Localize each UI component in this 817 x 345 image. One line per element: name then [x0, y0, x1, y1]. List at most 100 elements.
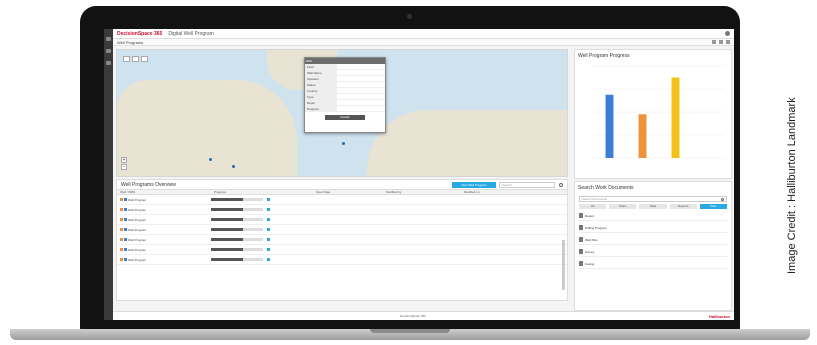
chart-bar[interactable] [638, 114, 647, 158]
popup-row: Progress [305, 106, 385, 112]
popup-details-button[interactable]: Details [325, 115, 365, 120]
document-result[interactable]: Casing [579, 259, 727, 269]
zoom-controls: + − [121, 157, 127, 170]
progress-bar [211, 237, 263, 241]
table-row[interactable]: Well Program [117, 195, 567, 205]
well-name[interactable]: Well Program [128, 218, 146, 222]
zoom-tool-icon[interactable] [132, 56, 139, 62]
well-marker[interactable] [232, 165, 235, 168]
status-flag-icon [120, 238, 123, 241]
status-flag-icon [124, 228, 127, 231]
menu-icon[interactable] [106, 37, 111, 41]
layers-icon[interactable] [106, 61, 111, 65]
new-well-program-button[interactable]: New Well Program [452, 181, 496, 188]
document-result[interactable]: Report [579, 211, 727, 221]
list-view-icon[interactable] [719, 40, 723, 44]
well-name[interactable]: Well Program [128, 248, 146, 252]
well-name-cell: Well Program [117, 248, 211, 252]
well-name[interactable]: Well Program [128, 228, 146, 232]
promo-image: Image Credit : Halliburton Landmark Deci… [0, 0, 817, 345]
well-marker[interactable] [209, 158, 212, 161]
popup-value [337, 106, 339, 111]
user-icon[interactable] [725, 31, 730, 36]
breadcrumb-bar: Well Programs [113, 39, 734, 46]
search-icon[interactable] [721, 198, 724, 201]
table-row[interactable]: Well Program [117, 215, 567, 225]
filter-tab[interactable]: Reports [669, 204, 697, 209]
filter-tab[interactable]: Plans [609, 204, 637, 209]
measure-tool-icon[interactable] [141, 56, 148, 62]
progress-fill [211, 227, 244, 231]
check-icon[interactable] [267, 237, 270, 241]
column-header[interactable]: Modified on [461, 190, 551, 194]
table-search-input[interactable]: Search [499, 181, 555, 188]
check-icon[interactable] [267, 227, 270, 231]
filter-tab[interactable]: Files [699, 204, 728, 209]
table-row[interactable]: Well Program [117, 235, 567, 245]
well-marker[interactable] [342, 142, 345, 145]
status-flag-icon [120, 228, 123, 231]
popup-value [337, 64, 339, 69]
search-title: Search Work Documents [578, 185, 634, 191]
document-icon [579, 237, 583, 242]
popup-key: Operator [305, 76, 337, 81]
progress-bar [211, 207, 263, 211]
status-flag-icon [120, 218, 123, 221]
table-title: Well Programs Overview [121, 181, 176, 188]
map-toolbar [123, 56, 148, 62]
document-title: Well Plan [585, 237, 598, 242]
chart-bar[interactable] [671, 77, 680, 159]
document-icon [579, 261, 583, 266]
check-icon[interactable] [267, 217, 270, 221]
breadcrumb[interactable]: Well Programs [117, 40, 143, 45]
well-programs-table-panel: Well Programs Overview New Well Program … [116, 179, 568, 301]
progress-fill [211, 217, 244, 221]
status-flag-icon [124, 218, 127, 221]
column-header[interactable]: Progress [211, 190, 313, 194]
document-title: Drilling Program [585, 225, 607, 230]
well-name[interactable]: Well Program [128, 208, 146, 212]
column-header[interactable]: Spud Date [313, 190, 383, 194]
progress-cell [211, 257, 313, 262]
select-tool-icon[interactable] [123, 56, 130, 62]
document-search-input[interactable]: Search documents [579, 196, 727, 202]
expand-icon[interactable] [726, 40, 730, 44]
check-icon[interactable] [267, 197, 270, 201]
column-header[interactable]: Modified by [383, 190, 461, 194]
app-title: Digital Well Program [168, 30, 214, 37]
well-name[interactable]: Well Program [128, 198, 146, 202]
table-row[interactable]: Well Program [117, 225, 567, 235]
document-result[interactable]: Drilling Program [579, 223, 727, 233]
well-name[interactable]: Well Program [128, 238, 146, 242]
progress-bar [211, 257, 263, 261]
table-row[interactable]: Well Program [117, 255, 567, 265]
well-name[interactable]: Well Program [128, 258, 146, 262]
table-body: Well Program Well Program Well Program Well… [117, 195, 567, 265]
column-header[interactable]: Well / WBS [117, 190, 211, 194]
popup-key: Field [305, 64, 337, 69]
progress-cell [211, 197, 313, 202]
check-icon[interactable] [267, 257, 270, 261]
table-row[interactable]: Well Program [117, 245, 567, 255]
status-flag-icon [124, 238, 127, 241]
search-icon[interactable] [559, 182, 563, 187]
zoom-in-button[interactable]: + [121, 157, 127, 163]
table-scrollbar[interactable] [562, 240, 565, 290]
check-icon[interactable] [267, 207, 270, 211]
chart-bar[interactable] [605, 94, 614, 158]
progress-chart [593, 65, 725, 159]
well-name-cell: Well Program [117, 258, 211, 262]
filter-tab[interactable]: All [579, 204, 607, 209]
map-view[interactable]: + − Well Field Well Name Operator Status Cou… [116, 49, 568, 177]
home-icon[interactable] [106, 49, 111, 53]
table-row[interactable]: Well Program [117, 205, 567, 215]
document-result[interactable]: Well Plan [579, 235, 727, 245]
zoom-out-button[interactable]: − [121, 164, 127, 170]
brand-logo: DecisionSpace 365 [117, 30, 163, 37]
filter-tab[interactable]: Data [639, 204, 667, 209]
document-result[interactable]: Survey [579, 247, 727, 257]
check-icon[interactable] [267, 247, 270, 251]
well-name-cell: Well Program [117, 198, 211, 202]
grid-view-icon[interactable] [712, 40, 716, 44]
popup-value [337, 70, 339, 75]
